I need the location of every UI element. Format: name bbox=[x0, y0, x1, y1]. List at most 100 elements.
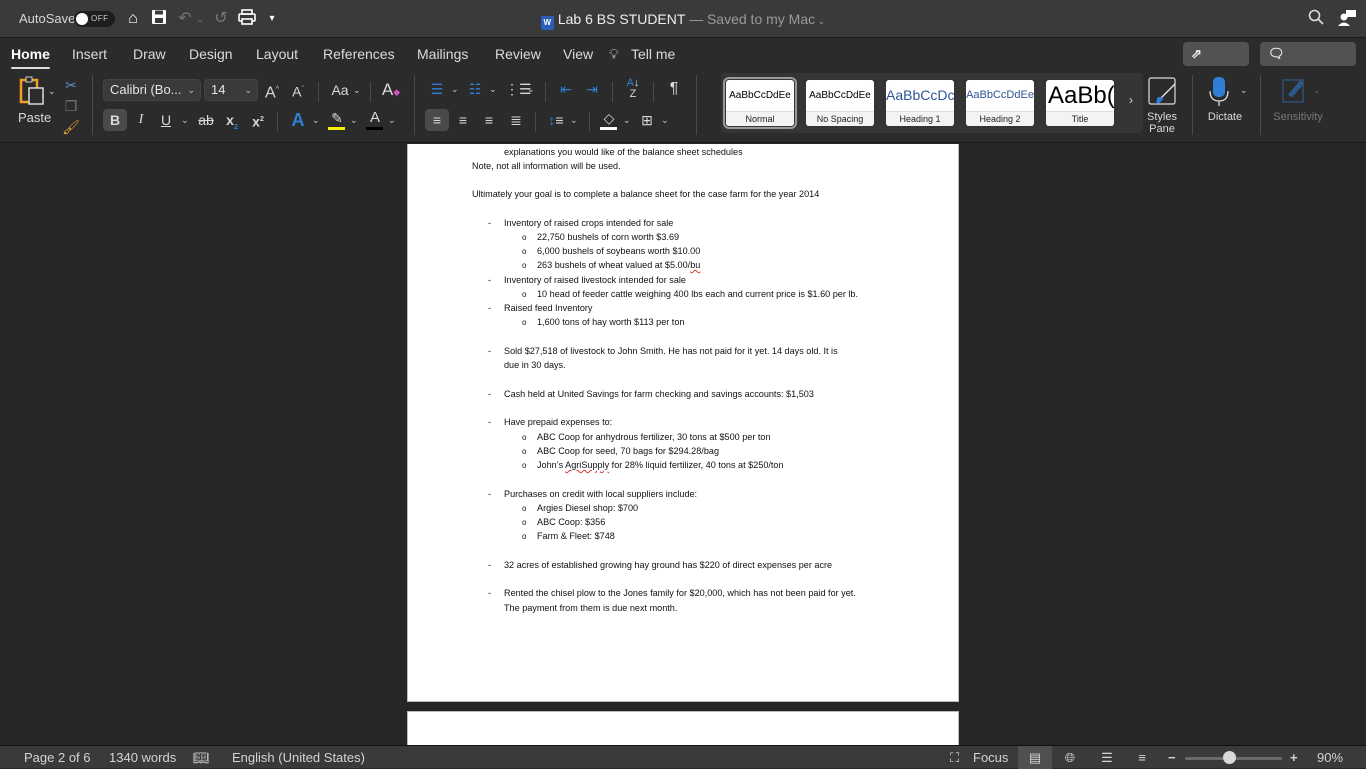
font-name-select[interactable]: Calibri (Bo... ⌄ bbox=[103, 79, 201, 101]
document-line[interactable]: o ABC Coop: $356 bbox=[522, 517, 605, 527]
document-line[interactable]: o 1,600 tons of hay worth $113 per ton bbox=[522, 317, 684, 327]
format-painter-icon[interactable]: 🖌︎ bbox=[62, 116, 80, 138]
font-size-select[interactable]: 14 ⌄ bbox=[204, 79, 258, 101]
account-icon[interactable] bbox=[1337, 9, 1357, 29]
document-line[interactable]: - Purchases on credit with local supplier… bbox=[488, 489, 697, 499]
highlight-dropdown-icon[interactable]: ⌄ bbox=[350, 109, 358, 131]
document-title[interactable]: W Lab 6 BS STUDENT — Saved to my Mac ⌄ bbox=[0, 11, 1366, 30]
clear-formatting-icon[interactable]: A◆ bbox=[380, 79, 402, 101]
tab-home[interactable]: Home bbox=[11, 46, 50, 69]
show-formatting-icon[interactable]: ¶ bbox=[664, 78, 684, 100]
web-layout-view-button[interactable]: 🌐︎ bbox=[1053, 746, 1087, 769]
gallery-next-icon[interactable]: › bbox=[1129, 93, 1133, 107]
document-line[interactable]: - Inventory of raised livestock intended … bbox=[488, 275, 686, 285]
tab-view[interactable]: View bbox=[563, 46, 593, 62]
tab-insert[interactable]: Insert bbox=[72, 46, 107, 62]
highlight-icon[interactable]: ✎ bbox=[327, 107, 347, 130]
document-line[interactable]: o 6,000 bushels of soybeans worth $10.00 bbox=[522, 246, 700, 256]
style-heading-1[interactable]: AaBbCcDc Heading 1 bbox=[886, 80, 954, 126]
tab-draw[interactable]: Draw bbox=[133, 46, 166, 62]
document-line[interactable]: explanations you would like of the balan… bbox=[504, 147, 743, 157]
document-page[interactable]: explanations you would like of the balan… bbox=[407, 144, 959, 702]
bold-button[interactable]: B bbox=[103, 109, 127, 131]
document-line[interactable]: o 10 head of feeder cattle weighing 400 l… bbox=[522, 289, 858, 299]
multilevel-list-icon[interactable]: ⋮☰ bbox=[505, 78, 532, 100]
print-layout-view-button[interactable]: ▤ bbox=[1018, 746, 1052, 769]
document-line[interactable]: o ABC Coop for anhydrous fertilizer, 30 t… bbox=[522, 432, 771, 442]
subscript-button[interactable]: x2 bbox=[223, 109, 241, 131]
focus-label[interactable]: Focus bbox=[973, 750, 1008, 765]
draft-view-button[interactable]: ≡ bbox=[1125, 746, 1159, 769]
font-color-dropdown-icon[interactable]: ⌄ bbox=[388, 109, 396, 131]
tab-tell-me[interactable]: Tell me bbox=[631, 46, 675, 62]
borders-icon[interactable]: ⊞ bbox=[637, 109, 657, 131]
borders-dropdown-icon[interactable]: ⌄ bbox=[661, 109, 669, 131]
document-line[interactable]: due in 30 days. bbox=[504, 360, 566, 370]
justify-button[interactable]: ≣ bbox=[505, 109, 527, 131]
paste-icon[interactable] bbox=[15, 76, 51, 108]
bullets-dropdown-icon[interactable]: ⌄ bbox=[451, 78, 459, 100]
document-line[interactable]: - Have prepaid expenses to: bbox=[488, 417, 612, 427]
zoom-slider-handle[interactable] bbox=[1222, 751, 1236, 764]
document-line[interactable]: -32 acres of established growing hay gro… bbox=[488, 560, 832, 570]
change-case-button[interactable]: Aa bbox=[329, 79, 351, 101]
word-count[interactable]: 1340 words bbox=[109, 750, 176, 765]
sort-icon[interactable]: A↓ Z bbox=[622, 78, 644, 100]
proofing-icon[interactable]: 📖︎ bbox=[193, 750, 210, 766]
underline-dropdown-icon[interactable]: ⌄ bbox=[181, 109, 189, 131]
underline-button[interactable]: U bbox=[156, 109, 176, 131]
italic-button[interactable]: I bbox=[131, 109, 151, 131]
shrink-font-icon[interactable]: Aˇ bbox=[288, 79, 308, 101]
document-line[interactable]: - Inventory of raised crops intended for … bbox=[488, 218, 673, 228]
document-line[interactable]: o 22,750 bushels of corn worth $3.69 bbox=[522, 232, 679, 242]
superscript-button[interactable]: x2 bbox=[249, 109, 267, 131]
document-line[interactable]: - Cash held at United Savings for farm ch… bbox=[488, 389, 814, 399]
line-spacing-icon[interactable]: ↕≡ bbox=[545, 109, 567, 131]
document-canvas[interactable]: explanations you would like of the balan… bbox=[0, 144, 1366, 745]
tab-layout[interactable]: Layout bbox=[256, 46, 298, 62]
zoom-out-button[interactable]: − bbox=[1168, 750, 1176, 765]
align-right-button[interactable]: ≡ bbox=[478, 109, 500, 131]
increase-indent-icon[interactable]: ⇥ bbox=[581, 78, 603, 100]
shading-icon[interactable]: ◇ bbox=[599, 107, 619, 130]
document-line[interactable]: - Sold $27,518 of livestock to John Smith… bbox=[488, 346, 838, 356]
document-line[interactable]: o 263 bushels of wheat valued at $5.00/bu bbox=[522, 260, 700, 270]
document-line[interactable]: The payment from them is due next month. bbox=[504, 603, 677, 613]
style-normal[interactable]: AaBbCcDdEe Normal bbox=[723, 77, 797, 129]
tab-review[interactable]: Review bbox=[495, 46, 541, 62]
decrease-indent-icon[interactable]: ⇤ bbox=[555, 78, 577, 100]
cut-icon[interactable]: ✂ bbox=[62, 74, 80, 96]
spelling-error[interactable]: bu bbox=[690, 260, 700, 270]
document-line[interactable]: o ABC Coop for seed, 70 bags for $294.28/… bbox=[522, 446, 719, 456]
paste-dropdown-icon[interactable]: ⌄ bbox=[48, 80, 56, 102]
tab-design[interactable]: Design bbox=[189, 46, 233, 62]
share-button[interactable]: ⇗ Share bbox=[1183, 42, 1249, 85]
align-left-button[interactable]: ≡ bbox=[425, 109, 449, 131]
text-effects-icon[interactable]: A bbox=[288, 109, 308, 131]
page-count[interactable]: Page 2 of 6 bbox=[24, 750, 91, 765]
multilevel-dropdown-icon[interactable]: ⌄ bbox=[527, 78, 535, 100]
document-line[interactable]: Note, not all information will be used. bbox=[472, 161, 621, 171]
numbering-dropdown-icon[interactable]: ⌄ bbox=[489, 78, 497, 100]
document-line[interactable]: - Raised feed Inventory bbox=[488, 303, 592, 313]
copy-icon[interactable]: ❐ bbox=[62, 95, 80, 117]
zoom-in-button[interactable]: + bbox=[1290, 750, 1298, 765]
tab-mailings[interactable]: Mailings bbox=[417, 46, 468, 62]
dictate-icon[interactable] bbox=[1207, 75, 1231, 107]
document-line[interactable]: Ultimately your goal is to complete a ba… bbox=[472, 189, 819, 199]
line-spacing-dropdown-icon[interactable]: ⌄ bbox=[570, 109, 578, 131]
change-case-dropdown-icon[interactable]: ⌄ bbox=[353, 79, 361, 101]
language[interactable]: English (United States) bbox=[232, 750, 365, 765]
outline-view-button[interactable]: ☰ bbox=[1090, 746, 1124, 769]
zoom-level[interactable]: 90% bbox=[1317, 750, 1343, 765]
style-title[interactable]: AaBb( Title bbox=[1046, 80, 1114, 126]
dictate-dropdown-icon[interactable]: ⌄ bbox=[1240, 79, 1248, 101]
style-heading-2[interactable]: AaBbCcDdEe Heading 2 bbox=[966, 80, 1034, 126]
align-center-button[interactable]: ≡ bbox=[452, 109, 474, 131]
tab-references[interactable]: References bbox=[323, 46, 395, 62]
document-line[interactable]: - Rented the chisel plow to the Jones fam… bbox=[488, 588, 856, 598]
search-icon[interactable] bbox=[1306, 9, 1326, 29]
shading-dropdown-icon[interactable]: ⌄ bbox=[623, 109, 631, 131]
document-line[interactable]: o Argies Diesel shop: $700 bbox=[522, 503, 638, 513]
grow-font-icon[interactable]: A^ bbox=[262, 79, 282, 101]
